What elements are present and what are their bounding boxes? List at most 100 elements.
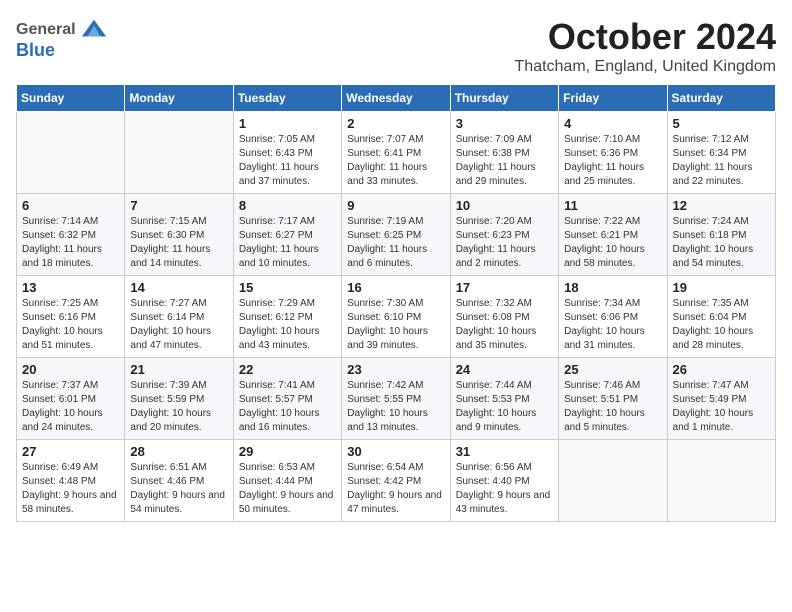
calendar-cell: 15 Sunrise: 7:29 AM Sunset: 6:12 PM Dayli… [233, 276, 341, 358]
day-content: Sunrise: 7:19 AM Sunset: 6:25 PM Dayligh… [347, 215, 444, 271]
calendar-cell: 18 Sunrise: 7:34 AM Sunset: 6:06 PM Dayli… [559, 276, 667, 358]
calendar-cell: 22Sunrise: 7:41 AM Sunset: 5:57 PM Dayli… [233, 358, 341, 440]
day-content: Sunrise: 7:25 AM Sunset: 6:16 PM Dayligh… [22, 297, 119, 353]
calendar-cell: 23 Sunrise: 7:42 AM Sunset: 5:55 PM Dayli… [342, 358, 450, 440]
day-content: Sunrise: 7:20 AM Sunset: 6:23 PM Dayligh… [456, 215, 553, 271]
day-content: Sunrise: 6:53 AM Sunset: 4:44 PM Dayligh… [239, 461, 336, 517]
day-number: 18 [564, 280, 661, 295]
day-content: Sunrise: 7:46 AM Sunset: 5:51 PM Dayligh… [564, 379, 661, 435]
day-content: Sunrise: 7:27 AM Sunset: 6:14 PM Dayligh… [130, 297, 227, 353]
calendar-cell: 30Sunrise: 6:54 AM Sunset: 4:42 PM Dayli… [342, 440, 450, 522]
location-subtitle: Thatcham, England, United Kingdom [515, 58, 776, 76]
day-content: Sunrise: 7:44 AM Sunset: 5:53 PM Dayligh… [456, 379, 553, 435]
day-content: Sunrise: 7:14 AM Sunset: 6:32 PM Dayligh… [22, 215, 119, 271]
weekday-header: Monday [125, 85, 233, 112]
day-content: Sunrise: 7:30 AM Sunset: 6:10 PM Dayligh… [347, 297, 444, 353]
day-number: 9 [347, 198, 444, 213]
day-number: 31 [456, 444, 553, 459]
calendar-cell: 16 Sunrise: 7:30 AM Sunset: 6:10 PM Dayli… [342, 276, 450, 358]
logo-icon [80, 16, 108, 44]
calendar-cell: 24 Sunrise: 7:44 AM Sunset: 5:53 PM Dayli… [450, 358, 558, 440]
day-number: 24 [456, 362, 553, 377]
day-content: Sunrise: 7:32 AM Sunset: 6:08 PM Dayligh… [456, 297, 553, 353]
day-content: Sunrise: 6:56 AM Sunset: 4:40 PM Dayligh… [456, 461, 553, 517]
calendar-cell: 9 Sunrise: 7:19 AM Sunset: 6:25 PM Daylig… [342, 194, 450, 276]
day-number: 23 [347, 362, 444, 377]
day-content: Sunrise: 7:12 AM Sunset: 6:34 PM Dayligh… [673, 133, 770, 189]
day-number: 21 [130, 362, 227, 377]
day-number: 1 [239, 116, 336, 131]
weekday-header: Thursday [450, 85, 558, 112]
day-content: Sunrise: 7:29 AM Sunset: 6:12 PM Dayligh… [239, 297, 336, 353]
day-content: Sunrise: 7:10 AM Sunset: 6:36 PM Dayligh… [564, 133, 661, 189]
day-number: 30 [347, 444, 444, 459]
calendar-cell: 26 Sunrise: 7:47 AM Sunset: 5:49 PM Dayli… [667, 358, 775, 440]
day-content: Sunrise: 6:49 AM Sunset: 4:48 PM Dayligh… [22, 461, 119, 517]
day-number: 4 [564, 116, 661, 131]
day-number: 10 [456, 198, 553, 213]
day-number: 19 [673, 280, 770, 295]
calendar-cell: 11 Sunrise: 7:22 AM Sunset: 6:21 PM Dayli… [559, 194, 667, 276]
day-content: Sunrise: 7:47 AM Sunset: 5:49 PM Dayligh… [673, 379, 770, 435]
calendar-cell: 28 Sunrise: 6:51 AM Sunset: 4:46 PM Dayli… [125, 440, 233, 522]
page-header: General Blue October 2024 Thatcham, Engl… [16, 16, 776, 76]
calendar-cell: 8 Sunrise: 7:17 AM Sunset: 6:27 PM Daylig… [233, 194, 341, 276]
day-number: 7 [130, 198, 227, 213]
calendar-cell: 10 Sunrise: 7:20 AM Sunset: 6:23 PM Dayli… [450, 194, 558, 276]
calendar-table: SundayMondayTuesdayWednesdayThursdayFrid… [16, 84, 776, 522]
day-number: 26 [673, 362, 770, 377]
day-content: Sunrise: 7:17 AM Sunset: 6:27 PM Dayligh… [239, 215, 336, 271]
weekday-header: Saturday [667, 85, 775, 112]
day-number: 6 [22, 198, 119, 213]
day-content: Sunrise: 7:07 AM Sunset: 6:41 PM Dayligh… [347, 133, 444, 189]
day-number: 5 [673, 116, 770, 131]
calendar-cell: 31 Sunrise: 6:56 AM Sunset: 4:40 PM Dayli… [450, 440, 558, 522]
day-number: 3 [456, 116, 553, 131]
weekday-header: Wednesday [342, 85, 450, 112]
calendar-cell: 5 Sunrise: 7:12 AM Sunset: 6:34 PM Daylig… [667, 112, 775, 194]
day-number: 25 [564, 362, 661, 377]
calendar-cell: 25 Sunrise: 7:46 AM Sunset: 5:51 PM Dayli… [559, 358, 667, 440]
day-number: 11 [564, 198, 661, 213]
logo: General Blue [16, 16, 108, 61]
day-content: Sunrise: 7:22 AM Sunset: 6:21 PM Dayligh… [564, 215, 661, 271]
calendar-cell: 27 Sunrise: 6:49 AM Sunset: 4:48 PM Dayli… [17, 440, 125, 522]
calendar-cell [667, 440, 775, 522]
day-number: 20 [22, 362, 119, 377]
day-number: 16 [347, 280, 444, 295]
month-title: October 2024 [515, 16, 776, 58]
day-content: Sunrise: 7:35 AM Sunset: 6:04 PM Dayligh… [673, 297, 770, 353]
weekday-header: Tuesday [233, 85, 341, 112]
calendar-cell [559, 440, 667, 522]
calendar-cell: 29 Sunrise: 6:53 AM Sunset: 4:44 PM Dayli… [233, 440, 341, 522]
day-number: 29 [239, 444, 336, 459]
day-number: 17 [456, 280, 553, 295]
calendar-cell [125, 112, 233, 194]
calendar-cell: 13 Sunrise: 7:25 AM Sunset: 6:16 PM Dayli… [17, 276, 125, 358]
day-number: 14 [130, 280, 227, 295]
day-number: 15 [239, 280, 336, 295]
day-content: Sunrise: 7:15 AM Sunset: 6:30 PM Dayligh… [130, 215, 227, 271]
day-content: Sunrise: 7:34 AM Sunset: 6:06 PM Dayligh… [564, 297, 661, 353]
calendar-cell: 1 Sunrise: 7:05 AM Sunset: 6:43 PM Daylig… [233, 112, 341, 194]
calendar-cell: 12Sunrise: 7:24 AM Sunset: 6:18 PM Dayli… [667, 194, 775, 276]
day-content: Sunrise: 7:42 AM Sunset: 5:55 PM Dayligh… [347, 379, 444, 435]
calendar-cell: 3Sunrise: 7:09 AM Sunset: 6:38 PM Daylig… [450, 112, 558, 194]
calendar-cell: 14 Sunrise: 7:27 AM Sunset: 6:14 PM Dayli… [125, 276, 233, 358]
day-content: Sunrise: 7:39 AM Sunset: 5:59 PM Dayligh… [130, 379, 227, 435]
day-number: 27 [22, 444, 119, 459]
day-content: Sunrise: 7:41 AM Sunset: 5:57 PM Dayligh… [239, 379, 336, 435]
calendar-cell [17, 112, 125, 194]
calendar-cell: 7 Sunrise: 7:15 AM Sunset: 6:30 PM Daylig… [125, 194, 233, 276]
day-number: 28 [130, 444, 227, 459]
day-content: Sunrise: 6:51 AM Sunset: 4:46 PM Dayligh… [130, 461, 227, 517]
day-content: Sunrise: 7:24 AM Sunset: 6:18 PM Dayligh… [673, 215, 770, 271]
logo-general-text: General [16, 21, 76, 39]
calendar-cell: 21 Sunrise: 7:39 AM Sunset: 5:59 PM Dayli… [125, 358, 233, 440]
calendar-cell: 6 Sunrise: 7:14 AM Sunset: 6:32 PM Daylig… [17, 194, 125, 276]
day-number: 13 [22, 280, 119, 295]
weekday-header: Friday [559, 85, 667, 112]
calendar-cell: 17 Sunrise: 7:32 AM Sunset: 6:08 PM Dayli… [450, 276, 558, 358]
day-number: 8 [239, 198, 336, 213]
day-content: Sunrise: 7:05 AM Sunset: 6:43 PM Dayligh… [239, 133, 336, 189]
